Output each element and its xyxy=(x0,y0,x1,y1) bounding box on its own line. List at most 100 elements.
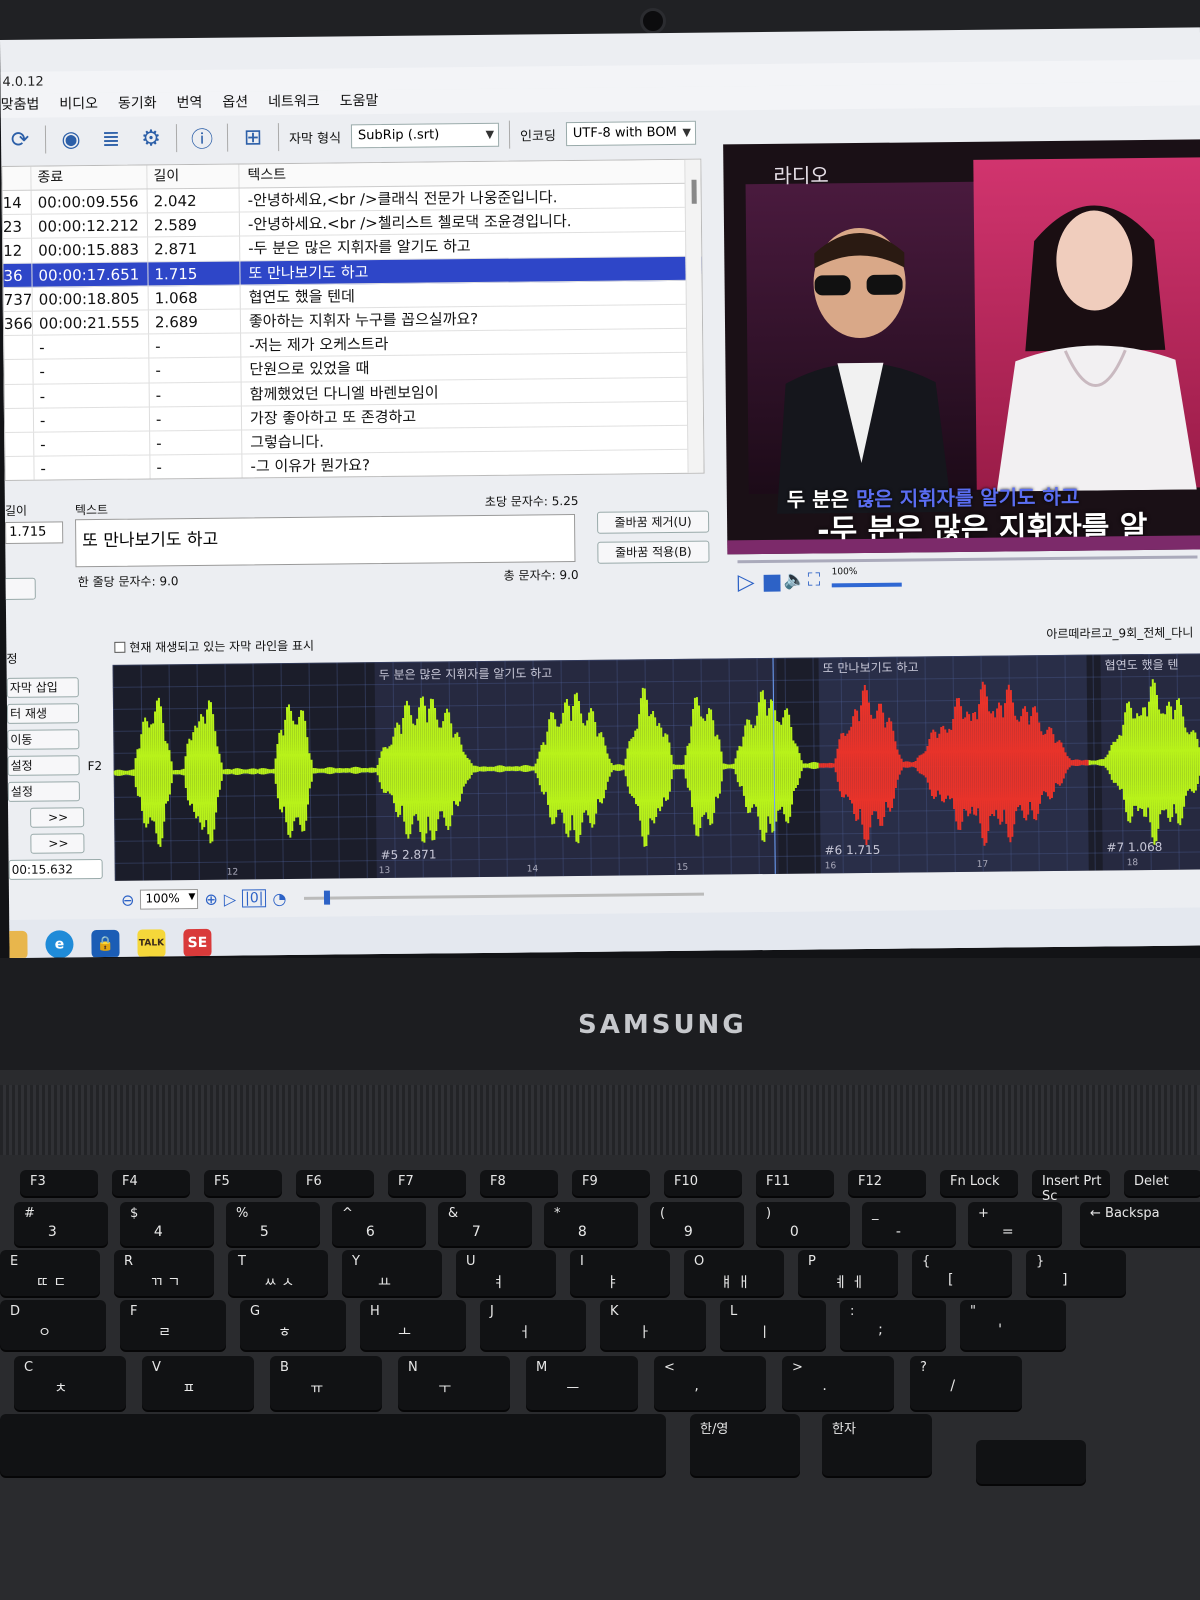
letter-key[interactable]: Kㅏ xyxy=(600,1300,706,1350)
slider-thumb[interactable] xyxy=(324,890,331,905)
help-icon[interactable]: ⓘ xyxy=(187,123,217,153)
number-key[interactable]: * 8 xyxy=(544,1202,638,1246)
col-end-header[interactable]: 종료 xyxy=(30,165,147,190)
letter-key[interactable]: P ㅖ ㅔ xyxy=(798,1250,898,1296)
fn-key[interactable]: Insert Prt Sc xyxy=(1032,1170,1110,1204)
zoom-select[interactable]: 100% xyxy=(140,888,199,910)
encoding-select[interactable]: UTF-8 with BOM xyxy=(565,120,697,147)
fn-key[interactable]: Delet xyxy=(1124,1170,1200,1196)
number-key[interactable]: (9 xyxy=(650,1202,744,1246)
letter-key[interactable]: :; xyxy=(840,1300,946,1350)
apply-linebreak-button[interactable]: 줄바꿈 적용(B) xyxy=(597,540,710,564)
insert-subtitle-button[interactable]: 자막 삽입 xyxy=(6,677,79,698)
show-current-line-checkbox[interactable]: 현재 재생되고 있는 자막 라인을 표시 xyxy=(114,637,314,656)
col-text-header[interactable]: 텍스트 xyxy=(238,159,701,188)
number-key[interactable]: ^ 6 xyxy=(332,1202,426,1246)
letter-key[interactable]: {[ xyxy=(912,1250,1012,1296)
spacebar-key[interactable] xyxy=(0,1414,666,1476)
play-icon[interactable]: ▷ xyxy=(738,570,755,595)
letter-key[interactable]: Nㅜ xyxy=(398,1356,510,1410)
forward-button-1[interactable]: >> xyxy=(30,807,85,828)
fn-key[interactable]: F12 xyxy=(848,1170,926,1196)
fn-key[interactable]: F8 xyxy=(480,1170,558,1196)
fn-key[interactable]: F9 xyxy=(572,1170,650,1196)
remove-linebreak-button[interactable]: 줄바꿈 제거(U) xyxy=(596,510,710,534)
forward-button-2[interactable]: >> xyxy=(30,833,85,854)
number-key[interactable]: $4 xyxy=(120,1202,214,1246)
fn-key[interactable]: F6 xyxy=(296,1170,374,1196)
layout-icon[interactable]: ⊞ xyxy=(238,122,268,152)
kakaotalk-icon[interactable]: TALK xyxy=(137,929,166,958)
fn-key[interactable]: F3 xyxy=(20,1170,98,1196)
video-preview[interactable]: 라디오 두 분은 많은 지휘자를 알기도 하고 -두 분은 많은 지휘자를 알 xyxy=(723,139,1200,555)
speed-icon[interactable]: ◔ xyxy=(272,889,286,908)
subtitle-edit-icon[interactable]: SE xyxy=(183,928,212,958)
folder-icon[interactable] xyxy=(0,930,28,958)
letter-key[interactable]: Cㅊ xyxy=(14,1356,126,1410)
list-check-icon[interactable]: ≣ xyxy=(96,124,126,154)
arrow-key[interactable] xyxy=(976,1440,1086,1484)
play-selection-icon[interactable]: ▷ xyxy=(224,889,237,908)
letter-key[interactable]: }] xyxy=(1026,1250,1126,1296)
number-key[interactable]: #3 xyxy=(14,1202,108,1246)
fn-key[interactable]: F11 xyxy=(756,1170,834,1196)
letter-key[interactable]: T ㅆ ㅅ xyxy=(228,1250,328,1296)
waveform-zoom-slider[interactable] xyxy=(304,890,705,905)
fn-key[interactable]: Fn Lock xyxy=(940,1170,1018,1196)
letter-key[interactable]: Gㅎ xyxy=(240,1300,346,1350)
fn-key[interactable]: F4 xyxy=(112,1170,190,1196)
next-button[interactable]: > xyxy=(0,577,36,601)
fn-key[interactable]: F5 xyxy=(204,1170,282,1196)
seek-bar[interactable] xyxy=(737,555,1198,564)
refresh-icon[interactable]: ⟳ xyxy=(5,125,35,155)
han-yeong-key[interactable]: 한/영 xyxy=(690,1414,800,1476)
letter-key[interactable]: Bㅠ xyxy=(270,1356,382,1410)
number-key[interactable]: % 5 xyxy=(226,1202,320,1246)
letter-key[interactable]: <, xyxy=(654,1356,766,1410)
fullscreen-icon[interactable]: ⛶ xyxy=(808,569,821,590)
letter-key[interactable]: Yㅛ xyxy=(342,1250,442,1296)
letter-key[interactable]: Lㅣ xyxy=(720,1300,826,1350)
menu-options[interactable]: 옵션 xyxy=(222,91,248,115)
letter-key[interactable]: O ㅒ ㅐ xyxy=(684,1250,784,1296)
backspace-key[interactable]: ← Backspa xyxy=(1080,1202,1200,1246)
center-icon[interactable]: |0| xyxy=(242,889,267,908)
number-key[interactable]: & 7 xyxy=(438,1202,532,1246)
volume-icon[interactable]: 🔈 xyxy=(784,570,807,591)
fn-key[interactable]: F10 xyxy=(664,1170,742,1196)
hanja-key[interactable]: 한자 xyxy=(822,1414,932,1476)
waveform-panel[interactable]: 두 분은 많은 지휘자를 알기도 하고 또 만나보기도 하고 협연도 했을 텐 … xyxy=(112,653,1200,881)
set-end-button[interactable]: 설정 xyxy=(7,781,80,802)
number-key[interactable]: + = xyxy=(968,1202,1062,1246)
letter-key[interactable]: Uㅕ xyxy=(456,1250,556,1296)
letter-key[interactable]: Hㅗ xyxy=(360,1300,466,1350)
fn-key[interactable]: F7 xyxy=(388,1170,466,1196)
letter-key[interactable]: Vㅍ xyxy=(142,1356,254,1410)
eye-icon[interactable]: ◉ xyxy=(56,124,86,154)
letter-key[interactable]: E ㄸ ㄷ xyxy=(0,1250,100,1296)
letter-key[interactable]: R ㄲ ㄱ xyxy=(114,1250,214,1296)
letter-key[interactable]: Dㅇ xyxy=(0,1300,106,1350)
number-key[interactable]: _ - xyxy=(862,1202,956,1246)
letter-key[interactable]: Iㅑ xyxy=(570,1250,670,1296)
goto-button[interactable]: 이동 xyxy=(7,729,80,750)
letter-key[interactable]: " ' xyxy=(960,1300,1066,1350)
scroll-thumb[interactable] xyxy=(691,179,697,204)
letter-key[interactable]: Jㅓ xyxy=(480,1300,586,1350)
menu-help[interactable]: 도움말 xyxy=(340,90,379,114)
play-from-button[interactable]: 터 재생 xyxy=(6,703,80,724)
stop-icon[interactable]: ■ xyxy=(762,570,783,595)
set-start-button[interactable]: 설정 xyxy=(7,755,80,776)
col-duration-header[interactable]: 길이 xyxy=(146,164,239,189)
subtitle-text-input[interactable]: 또 만나보기도 하고 xyxy=(75,514,576,568)
menu-video[interactable]: 비디오 xyxy=(59,93,98,117)
col-start-header[interactable] xyxy=(2,167,30,190)
zoom-in-icon[interactable]: ⊕ xyxy=(204,889,218,908)
table-scrollbar[interactable] xyxy=(684,159,704,473)
zoom-out-icon[interactable]: ⊖ xyxy=(121,890,135,909)
menu-sync[interactable]: 동기화 xyxy=(118,92,157,116)
menu-translate[interactable]: 번역 xyxy=(176,92,203,116)
lock-icon[interactable]: 🔒 xyxy=(91,929,120,958)
edge-icon[interactable]: e xyxy=(45,930,74,958)
format-select[interactable]: SubRip (.srt) xyxy=(350,122,500,149)
